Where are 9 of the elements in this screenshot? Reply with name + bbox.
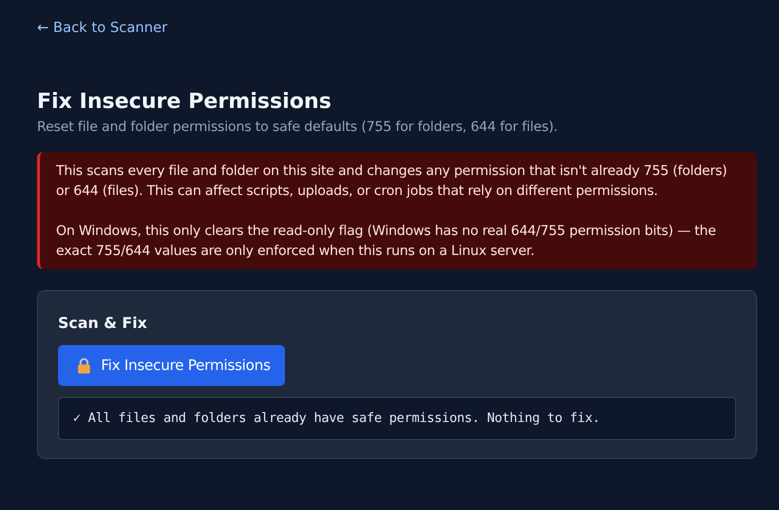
fix-button[interactable]: Fix Insecure Permissions <box>58 345 286 386</box>
lock-icon <box>77 357 91 374</box>
card-title: Scan & Fix <box>58 313 148 334</box>
back-link[interactable]: ← Back to Scanner <box>37 18 168 38</box>
warning-text: On Windows, this only clears the read-only flag (Windows has no real 644/755 permission bits) — the exact 755/644 values are only enforced when this runs on a Linux server. <box>56 222 717 261</box>
output-text: ✓ All files and folders already have safe permissions. Nothing to fix. <box>73 411 600 426</box>
page-subtitle: Reset file and folder permissions to safe defaults (755 for folders, 644 for files). <box>37 119 558 135</box>
page-title: Fix Insecure Permissions <box>37 88 332 115</box>
warning-text: This scans every file and folder on this site and changes any permission that isn't already 755 (folders) or 644 (files). This can affect scripts, uploads, or cron jobs that rely on different permissions. <box>56 162 728 201</box>
